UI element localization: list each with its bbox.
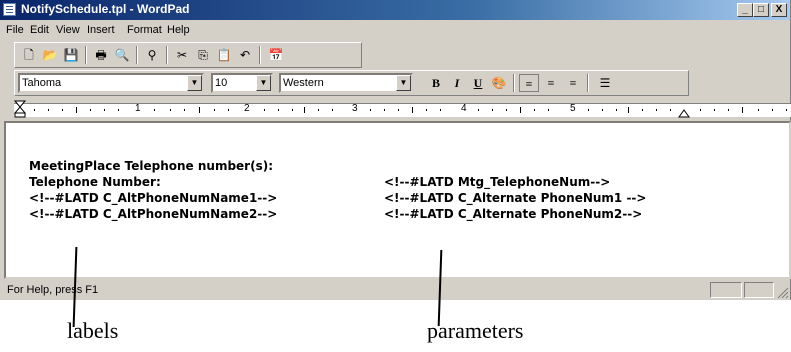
parameters-annotation: parameters [427,318,524,343]
window-title: NotifySchedule.tpl - WordPad [21,2,190,16]
ruler[interactable]: 1 2 3 4 5 [14,100,791,118]
underline-button[interactable]: U [468,74,488,92]
ruler-number: 3 [352,103,358,114]
script-value: Western [283,77,324,89]
chevron-down-icon[interactable]: ▼ [187,75,202,91]
ruler-number: 4 [461,103,467,114]
toolbar-separator [587,74,589,92]
minimize-button[interactable]: _ [737,3,753,17]
font-name-value: Tahoma [22,77,62,89]
bold-button[interactable]: B [426,74,446,92]
maximize-button[interactable]: □ [753,3,769,17]
chevron-down-icon[interactable]: ▼ [396,75,411,91]
right-indent-marker-icon[interactable] [678,108,690,118]
label-alt-phone-name1: <!--#LATD C_AltPhoneNumName1--> [29,191,278,205]
copy-icon[interactable]: ⎘ [193,46,213,64]
status-text: For Help, press F1 [7,284,99,296]
font-name-select[interactable]: Tahoma ▼ [18,73,204,93]
menu-insert[interactable]: Insert [87,24,115,36]
script-select[interactable]: Western ▼ [279,73,413,93]
menu-edit[interactable]: Edit [30,24,49,36]
cut-icon[interactable]: ✂ [172,46,192,64]
print-icon[interactable]: 🖶 [91,46,111,64]
heading-text: MeetingPlace Telephone number(s): [29,159,274,173]
toolbar-separator [166,46,168,64]
ruler-number: 2 [244,103,250,114]
status-panel [710,282,742,298]
font-size-select[interactable]: 10 ▼ [211,73,273,93]
menu-help[interactable]: Help [167,24,190,36]
undo-icon[interactable]: ↶ [235,46,255,64]
status-panel [744,282,774,298]
document-area[interactable]: MeetingPlace Telephone number(s): Teleph… [4,121,791,279]
label-alt-phone-name2: <!--#LATD C_AltPhoneNumName2--> [29,207,278,221]
title-bar[interactable]: NotifySchedule.tpl - WordPad _ □ X [0,0,790,20]
save-icon[interactable]: 💾 [61,46,81,64]
wordpad-app-icon[interactable] [3,3,16,16]
label-telephone-number: Telephone Number: [29,175,161,189]
resize-grip-icon[interactable] [777,287,789,299]
close-button[interactable]: X [771,3,787,17]
param-mtg-telephone-num: <!--#LATD Mtg_TelephoneNum--> [384,175,611,189]
align-center-icon[interactable]: ≡ [541,74,561,92]
standard-toolbar: 🗋 📂 💾 🖶 🔍 ⚲ ✂ ⎘ 📋 ↶ 📅 [14,42,362,68]
bullets-icon[interactable]: ☰ [595,74,615,92]
indent-marker-icon[interactable] [14,100,26,118]
font-size-value: 10 [215,77,228,89]
toolbar-separator [85,46,87,64]
status-bar: For Help, press F1 [4,281,791,300]
open-icon[interactable]: 📂 [40,46,60,64]
color-icon[interactable]: 🎨 [489,74,509,92]
date-time-icon[interactable]: 📅 [266,46,286,64]
align-left-icon[interactable]: ≡ [519,74,539,92]
labels-annotation: labels [67,318,119,343]
toolbar-separator [513,74,515,92]
wordpad-window: NotifySchedule.tpl - WordPad _ □ X File … [0,0,791,300]
print-preview-icon[interactable]: 🔍 [112,46,132,64]
param-alternate-phone-num2: <!--#LATD C_Alternate PhoneNum2--> [384,207,643,221]
align-right-icon[interactable]: ≡ [563,74,583,92]
menu-bar: File Edit View Insert Format Help [0,22,790,40]
chevron-down-icon[interactable]: ▼ [256,75,271,91]
new-icon[interactable]: 🗋 [19,46,39,64]
menu-file[interactable]: File [6,24,24,36]
menu-view[interactable]: View [56,24,80,36]
ruler-number: 1 [135,103,141,114]
format-toolbar: Tahoma ▼ 10 ▼ Western ▼ B I U 🎨 ≡ ≡ ≡ ☰ [14,70,689,96]
toolbar-separator [136,46,138,64]
menu-format[interactable]: Format [127,24,162,36]
paste-icon[interactable]: 📋 [214,46,234,64]
find-icon[interactable]: ⚲ [142,46,162,64]
toolbar-separator [259,46,261,64]
ruler-number: 5 [570,103,576,114]
italic-button[interactable]: I [447,74,467,92]
param-alternate-phone-num1: <!--#LATD C_Alternate PhoneNum1 --> [384,191,647,205]
